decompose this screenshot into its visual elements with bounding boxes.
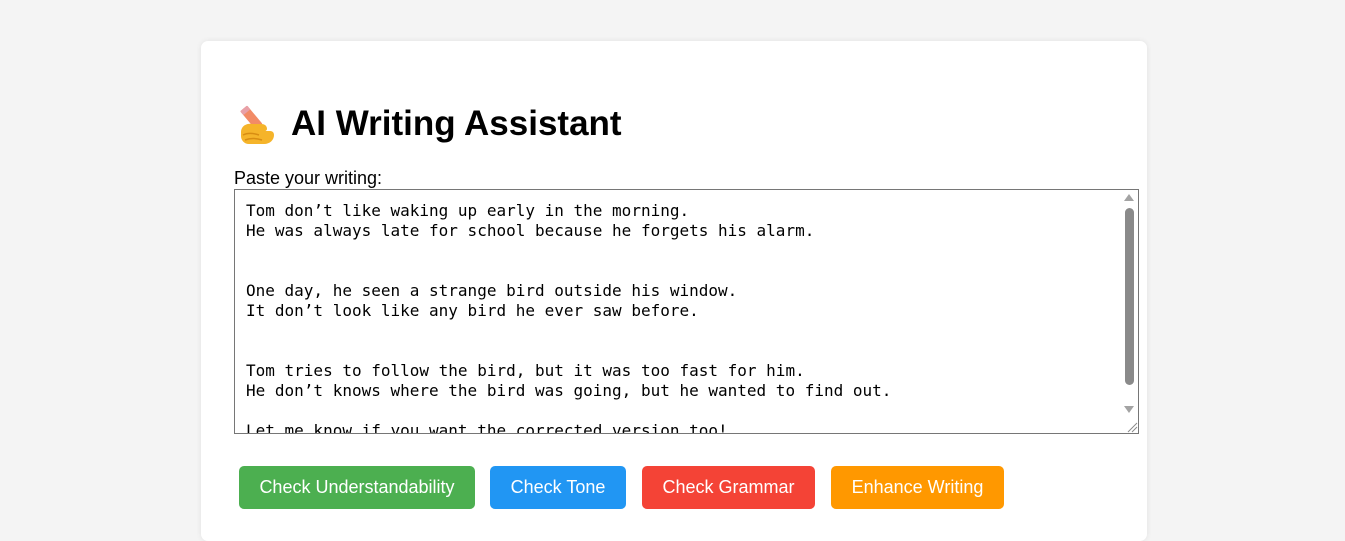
scroll-down-arrow-icon[interactable] [1124,406,1134,413]
writing-input-label: Paste your writing: [234,168,383,188]
check-tone-button[interactable]: Check Tone [490,466,626,509]
writing-textarea[interactable]: Tom don’t like waking up early in the mo… [234,189,1139,434]
vertical-scrollbar[interactable] [1121,190,1138,433]
enhance-writing-button[interactable]: Enhance Writing [831,466,1004,509]
check-understandability-button[interactable]: Check Understandability [239,466,475,509]
scroll-up-arrow-icon[interactable] [1124,194,1134,201]
writing-textarea-content[interactable]: Tom don’t like waking up early in the mo… [235,190,1121,433]
page-title: AI Writing Assistant [237,99,622,149]
page-title-text: AI Writing Assistant [291,104,622,143]
writing-hand-icon [237,102,277,146]
resize-grip-icon[interactable] [1124,419,1138,433]
check-grammar-button[interactable]: Check Grammar [642,466,815,509]
main-card: AI Writing Assistant Paste your writing:… [201,41,1147,541]
scrollbar-thumb[interactable] [1125,208,1134,385]
